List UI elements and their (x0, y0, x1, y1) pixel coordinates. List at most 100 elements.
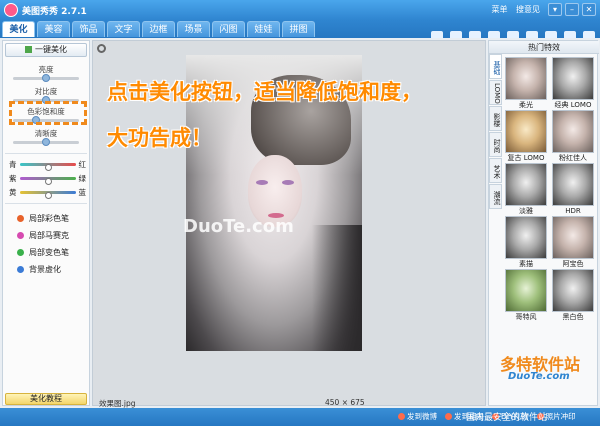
zoom-icon[interactable] (97, 44, 106, 53)
color-right-label: 蓝 (78, 188, 87, 197)
effect-label: 哥特风 (515, 313, 537, 321)
tutorial-button[interactable]: 美化教程 (5, 393, 87, 405)
one-key-beautify-button[interactable]: 一键美化 (5, 43, 87, 57)
local-tool-icon (17, 232, 24, 239)
local-tool-label: 局部彩色笔 (29, 214, 69, 223)
brightness-slider[interactable] (13, 74, 79, 82)
menu-link[interactable]: 菜单 (491, 5, 507, 14)
share-label: 发到微博 (407, 412, 437, 421)
tab-1[interactable]: 美容 (37, 21, 70, 37)
color-slider[interactable] (20, 191, 76, 199)
effect-label: 经典 LOMO (554, 101, 592, 109)
tab-5[interactable]: 场景 (177, 21, 210, 37)
share-label: 照片冲印 (545, 412, 576, 421)
sharpness-slider-group: 清晰度 (3, 129, 89, 146)
effect-thumbnail[interactable]: HDR (552, 163, 594, 216)
site-slogan: 国内最安全的软件站 (466, 413, 548, 423)
effect-label: 阿宝色 (562, 260, 584, 268)
dropdown-icon[interactable]: ▾ (548, 3, 562, 16)
color-right-label: 绿 (78, 174, 87, 183)
effect-thumbnail[interactable]: 粉红佳人 (552, 110, 594, 163)
instruction-line-2: 大功告成！ (107, 126, 212, 150)
color-left-label: 黄 (9, 188, 17, 197)
tab-0[interactable]: 美化 (2, 21, 35, 37)
local-tool-icon (17, 249, 24, 256)
photo-eye-left (256, 180, 268, 185)
effect-label: 淡雅 (519, 207, 533, 215)
app-title: 美图秀秀 2.7.1 (22, 7, 87, 17)
effects-panel-title: 热门特效 (489, 41, 599, 54)
tab-4[interactable]: 边框 (142, 21, 175, 37)
color-left-label: 紫 (9, 174, 17, 183)
watermark: DuoTe.com (183, 216, 294, 237)
effect-category-tab[interactable]: 艺术 (489, 158, 502, 183)
tab-bar: 美化美容饰品文字边框场景闪图娃娃拼图 打开保存新建拍图裁剪截图尺寸涂鸦边解 (0, 20, 600, 52)
tab-6[interactable]: 闪图 (212, 21, 245, 37)
effect-thumbnail[interactable]: 阿宝色 (552, 216, 594, 269)
status-bar: 发到微博 发到相册 DIY礼物 照片冲印 国内最安全的软件站 (0, 408, 600, 426)
effect-thumbnail[interactable]: 黑白色 (552, 269, 594, 322)
color-slider-handle[interactable] (45, 192, 52, 199)
local-tool-icon (17, 266, 24, 273)
tab-7[interactable]: 娃娃 (247, 21, 280, 37)
app-logo-icon (4, 3, 18, 17)
effect-thumbnail[interactable]: 素描 (505, 216, 547, 269)
instruction-line-1: 点击美化按钮，适当降低饱和度， (107, 80, 422, 104)
sharpness-slider[interactable] (13, 138, 79, 146)
color-right-label: 红 (78, 160, 87, 169)
close-icon[interactable]: ✕ (582, 3, 596, 16)
brightness-slider-group: 亮度 (3, 65, 89, 82)
feedback-link[interactable]: 搜意见 (516, 5, 540, 14)
local-tool-label: 局部变色笔 (29, 248, 69, 257)
local-tool-label: 背景虚化 (29, 265, 61, 274)
tab-2[interactable]: 饰品 (72, 21, 105, 37)
effect-preview-image (505, 216, 547, 259)
color-slider-handle[interactable] (45, 164, 52, 171)
saturation-highlight-box (9, 101, 87, 125)
local-tool-item[interactable]: 局部变色笔 (17, 247, 69, 259)
effect-preview-image (552, 163, 594, 206)
share-icon (445, 413, 452, 420)
local-tool-icon (17, 215, 24, 222)
share-icon (398, 413, 405, 420)
effect-preview-image (505, 269, 547, 312)
local-tool-item[interactable]: 局部彩色笔 (17, 213, 69, 225)
local-tool-label: 局部马赛克 (29, 231, 69, 240)
sharpness-slider-handle[interactable] (42, 138, 50, 146)
local-tool-item[interactable]: 背景虚化 (17, 264, 61, 276)
effect-label: 粉红佳人 (559, 154, 587, 162)
effect-label: 素描 (519, 260, 533, 268)
effect-preview-image (552, 57, 594, 100)
main-tabs: 美化 美容 饰品 文字 边框 场景 闪图 娃娃 拼图 (2, 21, 315, 37)
title-links: 菜单 搜意见 (485, 4, 540, 15)
divider (5, 203, 87, 204)
effect-thumbnail[interactable]: 淡雅 (505, 163, 547, 216)
brightness-slider-handle[interactable] (42, 74, 50, 82)
color-balance-row: 青红 (6, 159, 90, 171)
color-left-label: 青 (9, 160, 17, 169)
duote-logo-url: DuoTe.com (508, 371, 570, 382)
tab-8[interactable]: 拼图 (282, 21, 315, 37)
duote-logo: 多特软件站 DuoTe.com (486, 351, 596, 389)
adjust-panel: 一键美化 亮度 对比度 色彩饱和度 清晰度 青红紫绿黄蓝 局部彩色笔 局部马赛克局… (2, 40, 90, 406)
local-tool-item[interactable]: 局部马赛克 (17, 230, 69, 242)
window-controls: ▾ – ✕ (548, 3, 596, 16)
color-slider-handle[interactable] (45, 178, 52, 185)
effect-preview-image (552, 216, 594, 259)
effect-category-tab[interactable]: 潮流 (489, 184, 502, 209)
color-slider[interactable] (20, 163, 76, 171)
effect-preview-image (552, 110, 594, 153)
minimize-icon[interactable]: – (565, 3, 579, 16)
effect-thumbnail[interactable]: 经典 LOMO (552, 57, 594, 110)
share-link[interactable]: 发到微博 (398, 411, 437, 422)
color-balance-row: 紫绿 (6, 173, 90, 185)
tab-3[interactable]: 文字 (107, 21, 140, 37)
photo-shadow (312, 225, 362, 351)
effect-label: HDR (565, 207, 581, 215)
photo-eye-right (282, 180, 294, 185)
effect-preview-image (552, 269, 594, 312)
color-slider[interactable] (20, 177, 76, 185)
one-key-beautify-label: 一键美化 (35, 45, 67, 54)
effect-thumbnail[interactable]: 哥特风 (505, 269, 547, 322)
color-balance-row: 黄蓝 (6, 187, 90, 199)
